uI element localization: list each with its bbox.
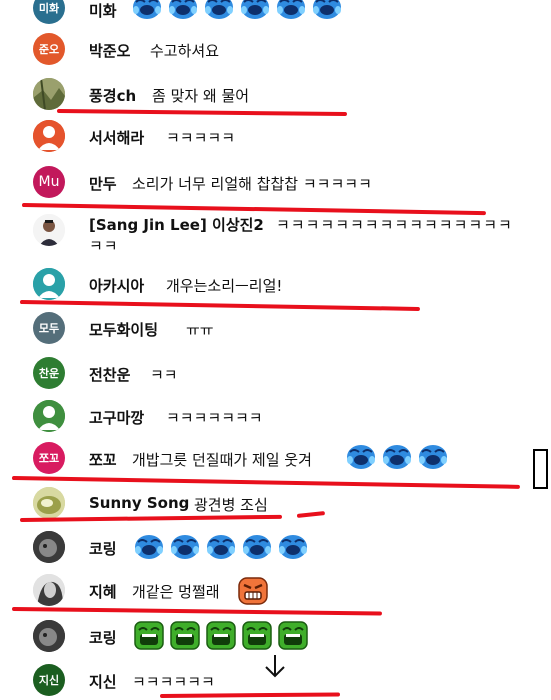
laughing-blue-face-icon — [417, 440, 449, 472]
avatar: Mu — [33, 166, 65, 198]
laughing-blue-face-icon — [167, 0, 199, 22]
author-name: 모두화이팅 — [89, 321, 159, 339]
avatar: 쪼꼬 — [33, 442, 65, 474]
avatar — [33, 78, 65, 110]
laughing-blue-face-icon — [131, 0, 163, 22]
message-text: ㅋㅋㅋㅋㅋㅋ — [132, 673, 215, 691]
author-name: 고구마깡 — [89, 409, 145, 427]
author-name: Sunny Song — [89, 494, 190, 512]
message-text: 소리가 너무 리얼해 찹찹찹 ㅋㅋㅋㅋㅋ — [132, 175, 372, 193]
live-chat-list: 미화 미화 준오 박준오 수고하셔요 풍경ch 좀 맞자 왜 물어 서서해라 ㅋ… — [0, 0, 551, 700]
author-name: 서서해라 — [89, 129, 145, 147]
annotation-box — [533, 449, 548, 489]
chat-message: Mu 만두 소리가 너무 리얼해 찹찹찹 ㅋㅋㅋㅋㅋ — [0, 166, 551, 198]
message-text: 수고하셔요 — [150, 42, 220, 60]
author-name: 지혜 — [89, 583, 117, 601]
laughing-green-face-icon — [133, 619, 165, 651]
chat-message: 준오 박준오 수고하셔요 — [0, 33, 551, 65]
avatar: 모두 — [33, 312, 65, 344]
avatar — [33, 531, 65, 563]
highlight-underline — [56, 109, 348, 117]
laughing-blue-face-icon — [133, 530, 165, 562]
arrow-down-icon — [262, 653, 288, 683]
message-text: 좀 맞자 왜 물어 — [152, 87, 250, 105]
laughing-green-face-icon — [205, 619, 237, 651]
author-name: 아카시아 — [89, 277, 145, 295]
avatar — [33, 214, 65, 246]
author-name: [Sang Jin Lee] 이상진2 — [89, 216, 264, 234]
chat-message: 찬운 전찬운 ㅋㅋ — [0, 357, 551, 389]
chat-message: 쪼꼬 쪼꼬 개밥그릇 던질때가 제일 웃겨 — [0, 442, 551, 476]
message-text: 개같은 멍쩔래 — [132, 583, 220, 601]
laughing-blue-face-icon — [311, 0, 343, 22]
chat-message: 코링 — [0, 530, 551, 564]
laughing-blue-face-icon — [239, 0, 271, 22]
laughing-green-face-icon — [169, 619, 201, 651]
message-text-continued: ㅋㅋ — [89, 237, 119, 255]
emoji-group — [237, 574, 269, 606]
laughing-blue-face-icon — [381, 440, 413, 472]
avatar — [33, 487, 65, 519]
emoji-group — [133, 530, 309, 562]
author-name: 박준오 — [89, 42, 131, 60]
chat-message: 풍경ch 좀 맞자 왜 물어 — [0, 78, 551, 110]
avatar: 미화 — [33, 0, 65, 24]
laughing-blue-face-icon — [345, 440, 377, 472]
author-name: 쪼꼬 — [89, 451, 117, 469]
highlight-underline — [19, 300, 420, 311]
message-text: ㅋㅋㅋㅋㅋㅋㅋ — [166, 409, 263, 427]
chat-message: 고구마깡 ㅋㅋㅋㅋㅋㅋㅋ — [0, 400, 551, 432]
avatar — [33, 268, 65, 300]
author-name: 코링 — [89, 629, 117, 647]
message-text: ㅋㅋㅋㅋㅋㅋㅋㅋㅋㅋㅋㅋㅋㅋㅋㅋ — [276, 216, 513, 234]
author-name: 코링 — [89, 540, 117, 558]
avatar — [33, 120, 65, 152]
chat-message: 코링 — [0, 619, 551, 653]
avatar — [33, 620, 65, 652]
emoji-group — [345, 440, 449, 472]
message-text: ㅠㅠ — [186, 321, 214, 339]
laughing-blue-face-icon — [169, 530, 201, 562]
author-name: 지신 — [89, 673, 117, 691]
avatar: 준오 — [33, 33, 65, 65]
laughing-blue-face-icon — [277, 530, 309, 562]
laughing-blue-face-icon — [205, 530, 237, 562]
message-text: 개밥그릇 던질때가 제일 웃겨 — [132, 451, 312, 469]
emoji-group — [131, 0, 343, 22]
avatar: 찬운 — [33, 357, 65, 389]
message-text: 개우는소리ㅡ리얼! — [166, 277, 283, 295]
highlight-underline — [11, 607, 382, 616]
emoji-group — [133, 619, 309, 651]
chat-message: 미화 미화 — [0, 0, 551, 24]
laughing-green-face-icon — [241, 619, 273, 651]
avatar — [33, 400, 65, 432]
avatar — [33, 574, 65, 606]
author-name: 풍경ch — [89, 87, 137, 105]
author-name: 미화 — [89, 2, 117, 20]
laughing-green-face-icon — [277, 619, 309, 651]
message-text: 광견병 조심 — [194, 496, 268, 514]
chat-message: 모두 모두화이팅 ㅠㅠ — [0, 312, 551, 344]
highlight-underline — [159, 692, 341, 698]
laughing-blue-face-icon — [241, 530, 273, 562]
chat-message: 서서해라 ㅋㅋㅋㅋㅋ — [0, 120, 551, 152]
chat-message: [Sang Jin Lee] 이상진2 ㅋㅋㅋㅋㅋㅋㅋㅋㅋㅋㅋㅋㅋㅋㅋㅋ ㅋㅋ — [0, 210, 551, 260]
message-text: ㅋㅋㅋㅋㅋ — [166, 129, 236, 147]
author-name: 만두 — [89, 175, 117, 193]
message-text: ㅋㅋ — [150, 366, 178, 384]
avatar: 지신 — [33, 664, 65, 696]
angry-orange-face-icon — [237, 574, 269, 606]
laughing-blue-face-icon — [275, 0, 307, 22]
author-name: 전찬운 — [89, 366, 131, 384]
laughing-blue-face-icon — [203, 0, 235, 22]
chat-message: 아카시아 개우는소리ㅡ리얼! — [0, 268, 551, 300]
chat-message: 지혜 개같은 멍쩔래 — [0, 574, 551, 608]
